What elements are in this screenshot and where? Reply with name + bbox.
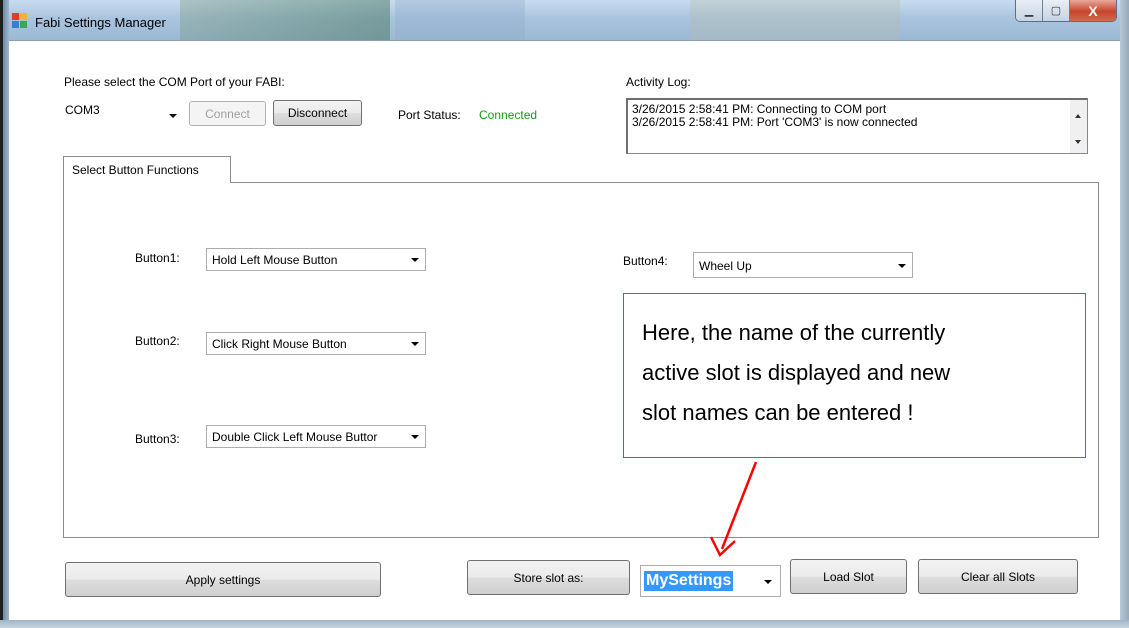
- title-bar[interactable]: Fabi Settings Manager ▁ ▢ X: [0, 0, 1129, 40]
- slot-name-value[interactable]: MySettings: [644, 571, 734, 591]
- button1-value: Hold Left Mouse Button: [212, 253, 338, 267]
- maximize-button[interactable]: ▢: [1043, 0, 1070, 21]
- slot-name-combo[interactable]: MySettings: [640, 565, 781, 597]
- tab-select-button-functions[interactable]: Select Button Functions: [63, 156, 231, 183]
- clear-all-slots-button[interactable]: Clear all Slots: [918, 559, 1078, 594]
- button2-value: Click Right Mouse Button: [212, 337, 347, 351]
- callout-line: active slot is displayed and new: [642, 360, 951, 385]
- com-port-prompt: Please select the COM Port of your FABI:: [64, 75, 285, 89]
- window-bottom-border: [0, 620, 1129, 628]
- port-status-value: Connected: [479, 108, 538, 122]
- chevron-down-icon[interactable]: [411, 435, 419, 439]
- chevron-down-icon[interactable]: [898, 264, 906, 268]
- disconnect-button[interactable]: Disconnect: [273, 100, 362, 126]
- callout-line: Here, the name of the currently: [642, 320, 946, 345]
- annotation-callout: Here, the name of the currently active s…: [623, 293, 1086, 458]
- button3-function-select[interactable]: Double Click Left Mouse Buttor: [206, 425, 426, 448]
- callout-line: slot names can be entered !: [642, 400, 914, 425]
- minimize-button[interactable]: ▁: [1016, 0, 1043, 21]
- button4-value: Wheel Up: [699, 259, 752, 273]
- scroll-down-icon[interactable]: [1075, 140, 1081, 144]
- close-button[interactable]: X: [1070, 0, 1116, 21]
- store-slot-button[interactable]: Store slot as:: [467, 560, 630, 595]
- window-left-border: [0, 0, 9, 628]
- activity-log-box[interactable]: 3/26/2015 2:58:41 PM: Connecting to COM …: [626, 98, 1088, 154]
- app-window-icon: [12, 13, 28, 29]
- button3-label: Button3:: [135, 432, 180, 446]
- log-line: 3/26/2015 2:58:41 PM: Port 'COM3' is now…: [632, 115, 918, 129]
- button2-label: Button2:: [135, 334, 180, 348]
- button1-function-select[interactable]: Hold Left Mouse Button: [206, 248, 426, 271]
- window-title: Fabi Settings Manager: [35, 15, 166, 30]
- scroll-up-icon[interactable]: [1075, 114, 1081, 118]
- client-area: Please select the COM Port of your FABI:…: [9, 40, 1120, 620]
- chevron-down-icon[interactable]: [411, 258, 419, 262]
- chevron-down-icon[interactable]: [764, 580, 772, 584]
- button1-label: Button1:: [135, 251, 180, 265]
- port-status-label: Port Status:: [398, 108, 461, 122]
- button4-label: Button4:: [623, 254, 668, 268]
- log-line: 3/26/2015 2:58:41 PM: Connecting to COM …: [632, 102, 887, 116]
- button3-value: Double Click Left Mouse Buttor: [212, 430, 378, 444]
- button4-function-select[interactable]: Wheel Up: [693, 252, 913, 278]
- log-scrollbar[interactable]: [1070, 100, 1087, 153]
- fabi-settings-window: Fabi Settings Manager ▁ ▢ X Please selec…: [0, 0, 1129, 628]
- apply-settings-button[interactable]: Apply settings: [65, 562, 381, 597]
- button2-function-select[interactable]: Click Right Mouse Button: [206, 332, 426, 355]
- com-port-value: COM3: [65, 103, 100, 117]
- caption-buttons: ▁ ▢ X: [1015, 0, 1117, 22]
- com-port-select[interactable]: COM3: [63, 101, 181, 124]
- chevron-down-icon[interactable]: [411, 342, 419, 346]
- activity-log-label: Activity Log:: [626, 75, 691, 89]
- load-slot-button[interactable]: Load Slot: [790, 559, 907, 594]
- tab-label: Select Button Functions: [72, 163, 199, 177]
- arrow-head: [709, 536, 736, 558]
- chevron-down-icon[interactable]: [169, 114, 177, 118]
- connect-button[interactable]: Connect: [189, 101, 266, 126]
- window-right-border: [1120, 0, 1129, 628]
